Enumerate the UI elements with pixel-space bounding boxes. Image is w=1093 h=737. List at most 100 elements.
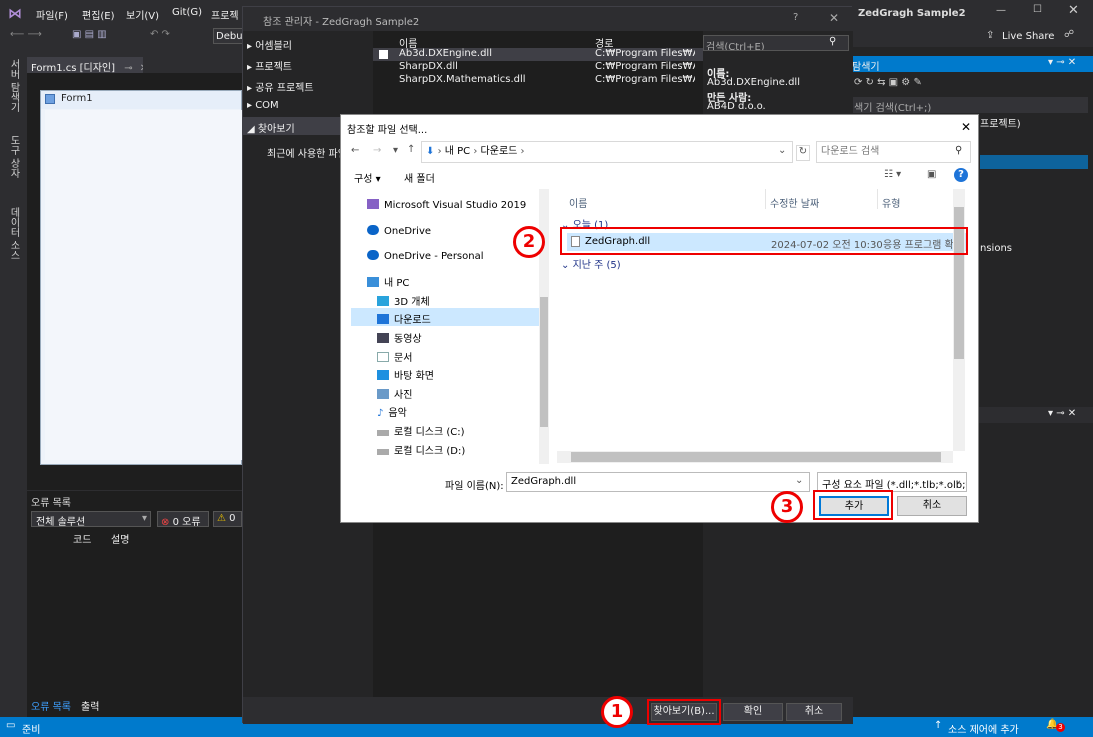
search-icon[interactable]: ⚲ [829,36,836,47]
back-forward-icon[interactable]: ⟵ ⟶ [10,29,42,40]
errors-filter-button[interactable]: ⊗ 0 오류 [157,511,209,527]
col-name[interactable]: 이름 [569,195,587,210]
doc-tab-label: Form1.cs [디자인] [31,63,116,73]
error-scope-select[interactable]: 전체 솔루션 ▾ [31,511,151,527]
nav-onedrive-personal[interactable]: OneDrive - Personal [367,250,484,268]
reference-search-input[interactable]: 검색(Ctrl+E) [703,35,849,51]
nav-vs2019[interactable]: Microsoft Visual Studio 2019 [367,199,526,217]
col-type[interactable]: 유형 [882,195,900,210]
back-icon[interactable]: ← [351,145,359,156]
filetype-filter-select[interactable]: 구성 요소 파일 (*.dll;*.tlb;*.olb;* ⌄ [817,472,967,492]
col-date[interactable]: 수정한 날짜 [770,195,819,210]
menu-edit[interactable]: 편집(E) [82,7,115,22]
nav-downloads[interactable]: 다운로드 [377,311,431,329]
nav-pictures[interactable]: 사진 [377,386,412,404]
table-row[interactable]: SharpDX.Mathematics.dll C:₩Program Files… [373,74,703,87]
close-tab-icon[interactable]: ✕ [140,63,143,73]
close-window-icon[interactable]: ✕ [1068,3,1079,18]
form1-preview[interactable]: Form1 [40,90,243,465]
nav-disk-d[interactable]: 로컬 디스크 (D:) [377,442,465,460]
doc-tab-form1-designer[interactable]: Form1.cs [디자인] ⊸ ✕ [27,57,143,73]
file-list-hscroll-thumb[interactable] [571,452,941,462]
menu-project[interactable]: 프로젝 [211,7,241,22]
chevron-down-icon[interactable]: ⌄ [795,475,803,486]
menu-file[interactable]: 파일(F) [36,7,68,22]
breadcrumb-sep: › [520,146,525,157]
nav-this-pc[interactable]: 내 PC [367,274,409,292]
help-icon[interactable]: ? [793,12,798,23]
save-icon[interactable]: ▣ ▤ ▥ [72,29,107,40]
solution-project-node[interactable]: 프로젝트) [980,115,1021,130]
solution-toolbar-icons[interactable]: ⟳ ↻ ⇆ ▣ ⚙ ✎ [854,77,922,88]
refresh-icon[interactable]: ↻ [796,145,810,161]
nav-scrollbar-thumb[interactable] [540,297,548,427]
form-icon [45,94,55,104]
close-icon[interactable]: ✕ [829,11,839,25]
breadcrumb-downloads[interactable]: 다운로드 [481,146,518,157]
row-checkbox[interactable] [379,50,388,59]
tab-toolbox[interactable]: 도구 상자 [6,135,21,178]
col-description[interactable]: 설명 [111,531,129,546]
error-scope-value: 전체 솔루션 [36,517,86,527]
callout-box-browse [647,699,721,725]
undo-redo-icon[interactable]: ↶ ↷ [150,29,170,40]
tab-error-list[interactable]: 오류 목록 [31,698,71,713]
group-last-week[interactable]: ⌄ 지난 주 (5) [561,256,621,271]
nav-com[interactable]: ▸ COM [247,100,279,111]
chevron-down-icon: ▾ [141,513,147,524]
nav-shared-projects[interactable]: ▸ 공유 프로젝트 [247,79,314,94]
organize-button[interactable]: 구성 ▾ [354,170,381,185]
menu-git[interactable]: Git(G) [172,7,202,18]
minimize-icon[interactable]: — [996,5,1006,16]
tab-data-sources[interactable]: 데이터 소스 [6,207,21,260]
breadcrumb-this-pc[interactable]: 내 PC [445,146,470,157]
nav-projects[interactable]: ▸ 프로젝트 [247,58,292,73]
file-list-hscrollbar[interactable] [557,451,953,463]
menu-view[interactable]: 보기(V) [126,7,159,22]
up-icon[interactable]: ↑ [407,144,415,155]
filename-input[interactable]: ZedGraph.dll ⌄ [506,472,810,492]
nav-disk-c[interactable]: 로컬 디스크 (C:) [377,423,465,441]
add-source-control-button[interactable]: 소스 제어에 추가 [948,721,1019,736]
nav-videos[interactable]: 동영상 [377,330,422,348]
debug-config-select[interactable]: Debu [213,28,243,44]
table-row[interactable]: SharpDX.dll C:₩Program Files₩Ab... [373,61,703,74]
new-folder-button[interactable]: 새 폴더 [404,170,435,185]
cancel-button[interactable]: 취소 [786,703,842,721]
download-icon [377,314,389,324]
panel-menu-icon[interactable]: ▾ ⊸ ✕ [1048,57,1076,68]
feedback-icon[interactable]: ☍ [1064,29,1074,40]
maximize-icon[interactable]: ☐ [1033,4,1042,15]
disk-icon [377,449,389,455]
recent-locations-icon[interactable]: ▾ [393,145,398,156]
nav-assemblies[interactable]: ▸ 어셈블리 [247,37,292,52]
dialog-cancel-button[interactable]: 취소 [897,496,967,516]
preview-pane-icon[interactable]: ▣ [927,169,936,180]
view-options-icon[interactable]: ☷ ▾ [884,169,901,180]
search-input[interactable]: 다운로드 검색 ⚲ [816,141,971,163]
solution-search-input[interactable]: 색기 검색(Ctrl+;) [852,97,1088,113]
tab-output[interactable]: 출력 [81,698,99,713]
tab-server-explorer[interactable]: 서버 탐색기 [6,59,21,112]
col-code[interactable]: 코드 [73,531,91,546]
form1-titlebar: Form1 [41,91,241,109]
chevron-down-icon[interactable]: ⌄ [778,145,786,156]
error-icon: ⊗ [161,517,170,527]
callout-marker-3: 3 [771,491,803,523]
close-icon[interactable]: ✕ [961,120,971,134]
table-row[interactable]: Ab3d.DXEngine.dll C:₩Program Files₩Ab... [373,48,703,61]
warnings-filter-button[interactable]: ⚠ 0 [213,511,242,527]
nav-music[interactable]: ♪ 음악 [377,404,407,422]
address-bar[interactable]: ⬇ › 내 PC › 다운로드 › ⌄ [421,141,793,163]
forward-icon[interactable]: → [373,145,381,156]
pin-icon[interactable]: ⊸ [124,63,132,73]
live-share-button[interactable]: Live Share [1002,31,1054,42]
nav-desktop[interactable]: 바탕 화면 [377,367,434,385]
help-icon[interactable]: ? [954,168,968,182]
solution-selected-row[interactable] [980,155,1088,169]
nav-documents[interactable]: 문서 [377,349,412,367]
ok-button[interactable]: 확인 [723,703,783,721]
panel-menu-icon[interactable]: ▾ ⊸ ✕ [1048,408,1076,419]
solution-extensions-node[interactable]: nsions [980,243,1012,254]
nav-onedrive[interactable]: OneDrive [367,225,431,243]
